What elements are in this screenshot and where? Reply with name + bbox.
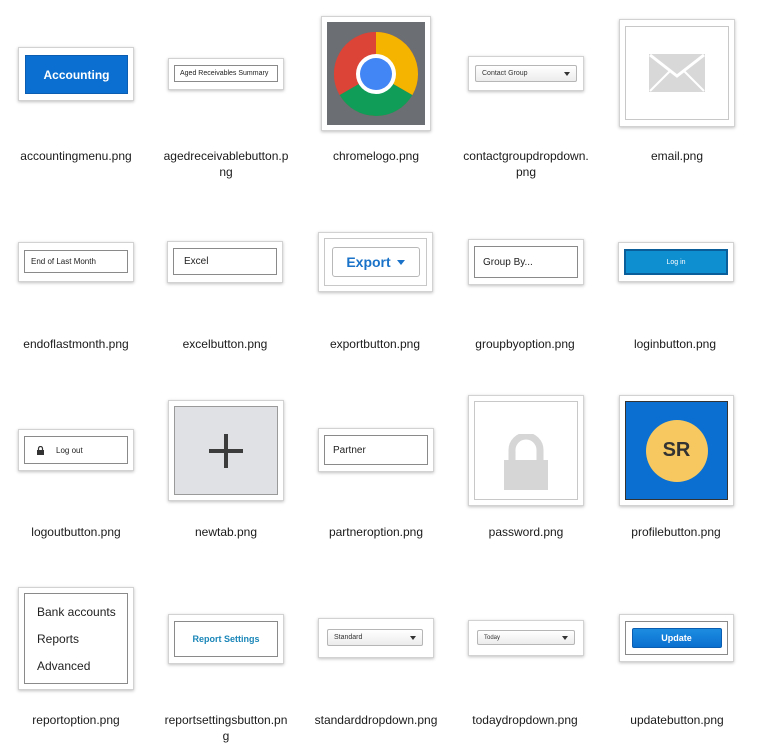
envelope-svg (649, 54, 705, 92)
chrome-logo-icon (327, 22, 425, 125)
file-name: reportoption.png (32, 713, 120, 727)
caret-down-icon (410, 635, 416, 640)
thumbnail[interactable]: Aged Receivables Summary (168, 58, 284, 90)
update-button-preview: Update (631, 628, 722, 648)
file-name: partneroption.png (328, 525, 424, 539)
plus-icon (209, 433, 243, 468)
standard-dropdown-preview: Standard (327, 629, 423, 646)
caret-down-icon (396, 259, 405, 265)
logout-label: Log out (56, 445, 83, 455)
new-tab-preview (174, 406, 278, 495)
file-name: excelbutton.png (182, 337, 268, 351)
caret-down-icon (562, 635, 568, 640)
thumbnail[interactable] (321, 16, 431, 131)
password-preview (474, 401, 578, 500)
thumbnail[interactable]: Today (468, 620, 584, 656)
profile-button-preview: SR (625, 401, 728, 500)
email-icon (625, 26, 729, 120)
file-name: profilebutton.png (631, 525, 721, 539)
thumbnail[interactable]: End of Last Month (18, 242, 134, 282)
thumbnail[interactable]: Standard (318, 618, 434, 658)
accounting-menu-preview: Accounting (25, 55, 128, 94)
logout-button-preview: Log out (24, 436, 128, 464)
thumbnail[interactable]: Update (619, 614, 734, 662)
file-name: agedreceivablebutton.p ng (163, 149, 289, 179)
thumbnail[interactable]: Group By... (468, 239, 584, 285)
thumbnail[interactable]: Log in (618, 242, 734, 282)
padlock-icon (504, 433, 548, 490)
file-name: contactgroupdropdown. png (463, 149, 589, 179)
file-name: reportsettingsbutton.pn g (164, 713, 288, 743)
chrome-logo-svg (333, 31, 419, 116)
file-name: updatebutton.png (630, 713, 724, 727)
file-name: exportbutton.png (329, 337, 421, 351)
thumbnail[interactable]: Contact Group (468, 56, 584, 91)
thumbnail[interactable]: Report Settings (168, 614, 284, 664)
report-settings-preview: Report Settings (174, 621, 278, 657)
end-of-last-month-preview: End of Last Month (24, 250, 128, 273)
aged-receivables-preview: Aged Receivables Summary (174, 65, 278, 82)
thumbnail[interactable]: Log out (18, 429, 134, 471)
option-bank-accounts: Bank accounts (37, 604, 116, 619)
avatar: SR (645, 419, 708, 482)
dropdown-label: Standard (334, 634, 363, 641)
file-name: endoflastmonth.png (23, 337, 129, 351)
partner-option-preview: Partner (324, 435, 428, 465)
file-name: todaydropdown.png (472, 713, 578, 727)
file-name: password.png (488, 525, 564, 539)
thumbnail[interactable] (468, 395, 584, 506)
export-button-frame: Export (324, 238, 427, 286)
file-name: loginbutton.png (633, 337, 717, 351)
option-reports: Reports (37, 631, 80, 646)
thumbnail[interactable] (168, 400, 284, 501)
thumbnail[interactable]: Export (318, 232, 433, 292)
thumbnail[interactable]: Excel (167, 241, 283, 283)
dropdown-label: Today (484, 634, 501, 641)
file-name: standarddropdown.png (314, 713, 438, 727)
login-button-preview: Log in (624, 249, 728, 275)
file-name: newtab.png (194, 525, 258, 539)
file-name: chromelogo.png (332, 149, 420, 163)
caret-down-icon (564, 71, 570, 76)
thumbnail[interactable]: Partner (318, 428, 434, 472)
thumbnail[interactable] (619, 19, 735, 127)
report-option-list: Bank accounts Reports Advanced (24, 593, 128, 684)
thumbnail[interactable]: Bank accounts Reports Advanced (18, 587, 134, 690)
file-name: logoutbutton.png (31, 525, 121, 539)
lock-icon (37, 445, 44, 455)
update-button-frame: Update (625, 621, 728, 655)
option-advanced: Advanced (37, 658, 91, 673)
today-dropdown-preview: Today (477, 630, 575, 645)
dropdown-label: Contact Group (482, 70, 528, 77)
export-label: Export (346, 254, 391, 270)
export-button-preview: Export (331, 247, 420, 277)
file-name: accountingmenu.png (20, 149, 132, 163)
file-name: email.png (650, 149, 704, 163)
group-by-preview: Group By... (474, 246, 578, 278)
file-name: groupbyoption.png (475, 337, 575, 351)
thumbnail[interactable]: Accounting (18, 47, 134, 101)
contact-group-dropdown-preview: Contact Group (475, 65, 577, 82)
thumbnail[interactable]: SR (619, 395, 734, 506)
excel-button-preview: Excel (173, 248, 277, 275)
